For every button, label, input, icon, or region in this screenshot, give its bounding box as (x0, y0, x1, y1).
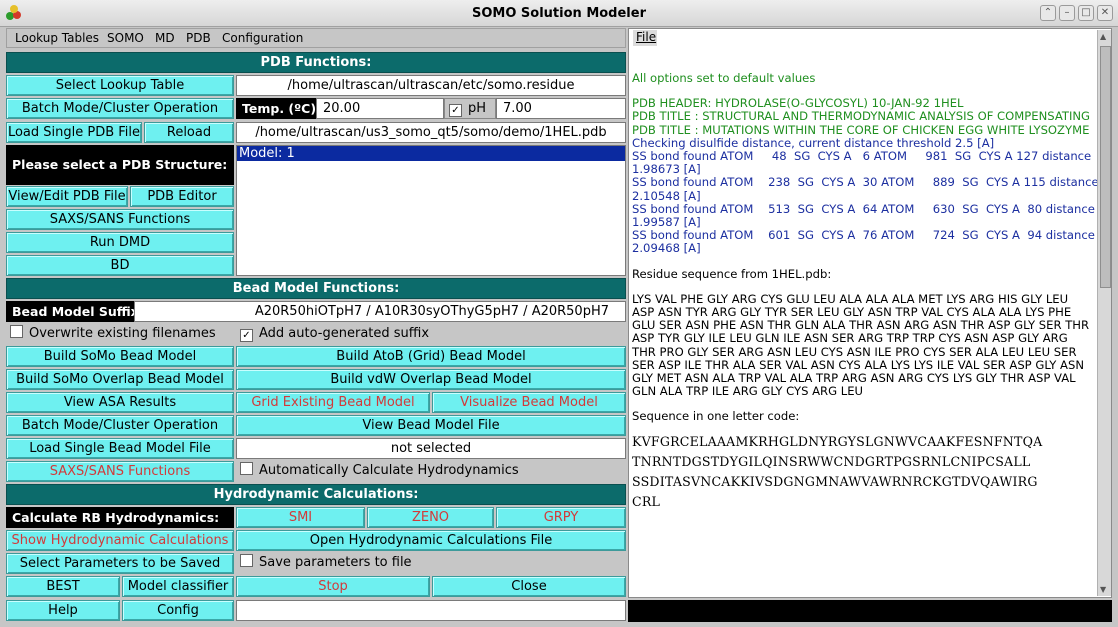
pdb-file-path: /home/ultrascan/us3_somo_qt5/somo/demo/1… (236, 122, 626, 143)
log-line: All options set to default values (632, 71, 816, 85)
save-params-label: Save parameters to file (259, 555, 412, 570)
reload-button[interactable]: Reload (144, 122, 234, 143)
log-residue-sequence: LYS VAL PHE GLY ARG CYS GLU LEU ALA ALA … (632, 291, 1090, 399)
minimize-icon[interactable]: – (1059, 5, 1075, 21)
auto-hydro-toggle[interactable]: Automatically Calculate Hydrodynamics (236, 461, 626, 482)
menu-somo[interactable]: SOMO (107, 31, 144, 45)
build-somo-overlap-button[interactable]: Build SoMo Overlap Bead Model (6, 369, 234, 390)
auto-suffix-label: Add auto-generated suffix (259, 326, 430, 341)
log-sequence-line: TNRNTDGSTDYGILQINSRWWCNDGRTPGSRNLCNIPCSA… (632, 453, 1031, 469)
title-bar: SOMO Solution Modeler ⌃ – □ ✕ (0, 0, 1118, 27)
maximize-icon[interactable]: □ (1078, 5, 1094, 21)
select-pdb-structure-label: Please select a PDB Structure: (6, 145, 234, 185)
visualize-bead-button[interactable]: Visualize Bead Model (432, 392, 626, 413)
log-line: PDB TITLE : MUTATIONS WITHIN THE CORE OF… (632, 122, 1090, 137)
auto-suffix-toggle[interactable]: ✓ Add auto-generated suffix (236, 324, 626, 345)
calculate-rb-label: Calculate RB Hydrodynamics: (6, 507, 234, 528)
log-line: SS bond found ATOM 238 SG CYS A 30 ATOM … (632, 175, 1099, 190)
ph-input[interactable]: 7.00 (496, 98, 626, 119)
output-log: All options set to default values PDB HE… (632, 71, 1099, 512)
log-scrollbar[interactable]: ▲ ▼ (1097, 30, 1111, 596)
zeno-button[interactable]: ZENO (367, 507, 494, 528)
view-edit-pdb-button[interactable]: View/Edit PDB File (6, 186, 128, 207)
show-hydro-calc-button[interactable]: Show Hydrodynamic Calculations (6, 530, 234, 551)
log-line: 2.10548 [A] (632, 188, 701, 203)
grid-existing-bead-button[interactable]: Grid Existing Bead Model (236, 392, 430, 413)
build-atob-button[interactable]: Build AtoB (Grid) Bead Model (236, 346, 626, 367)
view-bead-file-button[interactable]: View Bead Model File (236, 415, 626, 436)
overwrite-checkbox-icon[interactable] (10, 325, 23, 338)
log-line: 2.09468 [A] (632, 241, 701, 256)
pdb-saxs-sans-button[interactable]: SAXS/SANS Functions (6, 209, 234, 230)
log-line: Residue sequence from 1HEL.pdb: (632, 266, 832, 281)
smi-button[interactable]: SMI (236, 507, 365, 528)
shade-icon[interactable]: ⌃ (1040, 5, 1056, 21)
pdb-batch-mode-button[interactable]: Batch Mode/Cluster Operation (6, 98, 234, 119)
load-single-pdb-button[interactable]: Load Single PDB File (6, 122, 142, 143)
log-line: SS bond found ATOM 513 SG CYS A 64 ATOM … (632, 201, 1095, 216)
list-item[interactable]: Model: 1 (237, 146, 625, 161)
build-somo-bead-button[interactable]: Build SoMo Bead Model (6, 346, 234, 367)
bead-file-status: not selected (236, 438, 626, 459)
bead-batch-mode-button[interactable]: Batch Mode/Cluster Operation (6, 415, 234, 436)
overwrite-label: Overwrite existing filenames (29, 326, 216, 341)
help-button[interactable]: Help (6, 600, 120, 621)
log-line: Sequence in one letter code: (632, 409, 800, 424)
grpy-button[interactable]: GRPY (496, 507, 626, 528)
model-classifier-button[interactable]: Model classifier (122, 576, 234, 597)
menu-md[interactable]: MD (155, 31, 175, 45)
status-bar (628, 600, 1112, 622)
pdb-editor-button[interactable]: PDB Editor (130, 186, 234, 207)
scroll-down-icon[interactable]: ▼ (1100, 585, 1106, 594)
select-parameters-button[interactable]: Select Parameters to be Saved (6, 553, 234, 574)
log-file-menu[interactable]: File (633, 30, 657, 46)
close-button[interactable]: Close (432, 576, 626, 597)
save-params-checkbox-icon[interactable] (240, 554, 253, 567)
progress-field (236, 600, 626, 621)
view-asa-button[interactable]: View ASA Results (6, 392, 234, 413)
auto-hydro-label: Automatically Calculate Hydrodynamics (259, 463, 519, 478)
auto-hydro-checkbox-icon[interactable] (240, 462, 253, 475)
window-title: SOMO Solution Modeler (472, 6, 646, 21)
overwrite-filenames-toggle[interactable]: Overwrite existing filenames (6, 324, 234, 345)
scrollbar-thumb[interactable] (1100, 46, 1111, 288)
bead-saxs-sans-button[interactable]: SAXS/SANS Functions (6, 461, 234, 482)
bead-model-suffix-value: A20R50hiOTpH7 / A10R30syOThyG5pH7 / A20R… (134, 301, 626, 322)
select-lookup-table-button[interactable]: Select Lookup Table (6, 75, 234, 96)
hydrodynamic-calculations-header: Hydrodynamic Calculations: (6, 484, 626, 505)
log-line: SS bond found ATOM 601 SG CYS A 76 ATOM … (632, 228, 1095, 243)
auto-suffix-checkbox-icon[interactable]: ✓ (240, 329, 253, 342)
build-vdw-overlap-button[interactable]: Build vdW Overlap Bead Model (236, 369, 626, 390)
log-sequence-line: SSDITASVNCAKKIVSDGNGMNAWVAWRNRCKGTDVQAWI… (632, 473, 1038, 489)
menu-bar: Lookup Tables SOMO MD PDB Configuration (6, 28, 626, 48)
close-icon[interactable]: ✕ (1097, 5, 1113, 21)
menu-lookup-tables[interactable]: Lookup Tables (15, 31, 99, 45)
log-line: PDB TITLE : STRUCTURAL AND THERMODYNAMIC… (632, 109, 1091, 124)
load-single-bead-button[interactable]: Load Single Bead Model File (6, 438, 234, 459)
scroll-up-icon[interactable]: ▲ (1100, 32, 1106, 41)
ph-label: pH (468, 101, 487, 116)
stop-button[interactable]: Stop (236, 576, 430, 597)
best-button[interactable]: BEST (6, 576, 120, 597)
menu-pdb[interactable]: PDB (186, 31, 211, 45)
pdb-structure-list[interactable]: Model: 1 (236, 145, 626, 276)
menu-configuration[interactable]: Configuration (222, 31, 303, 45)
log-sequence-line: KVFGRCELAAAMKRHGLDNYRGYSLGNWVCAAKFESNFNT… (632, 433, 1043, 449)
pdb-functions-header: PDB Functions: (6, 52, 626, 73)
log-line: SS bond found ATOM 48 SG CYS A 6 ATOM 98… (632, 149, 1092, 164)
open-hydro-file-button[interactable]: Open Hydrodynamic Calculations File (236, 530, 626, 551)
bead-model-suffix-label: Bead Model Suffix: (6, 301, 144, 322)
temperature-label: Temp. (ºC): (236, 98, 321, 119)
temperature-input[interactable]: 20.00 (316, 98, 444, 119)
run-dmd-button[interactable]: Run DMD (6, 232, 234, 253)
config-button[interactable]: Config (122, 600, 234, 621)
ph-checkbox-icon[interactable]: ✓ (449, 104, 462, 117)
bd-button[interactable]: BD (6, 255, 234, 276)
save-params-toggle[interactable]: Save parameters to file (236, 553, 626, 574)
ph-toggle[interactable]: ✓ pH (444, 98, 496, 119)
bead-model-functions-header: Bead Model Functions: (6, 278, 626, 299)
lookup-table-path: /home/ultrascan/ultrascan/etc/somo.resid… (236, 75, 626, 96)
log-sequence-line: CRL (632, 493, 661, 509)
